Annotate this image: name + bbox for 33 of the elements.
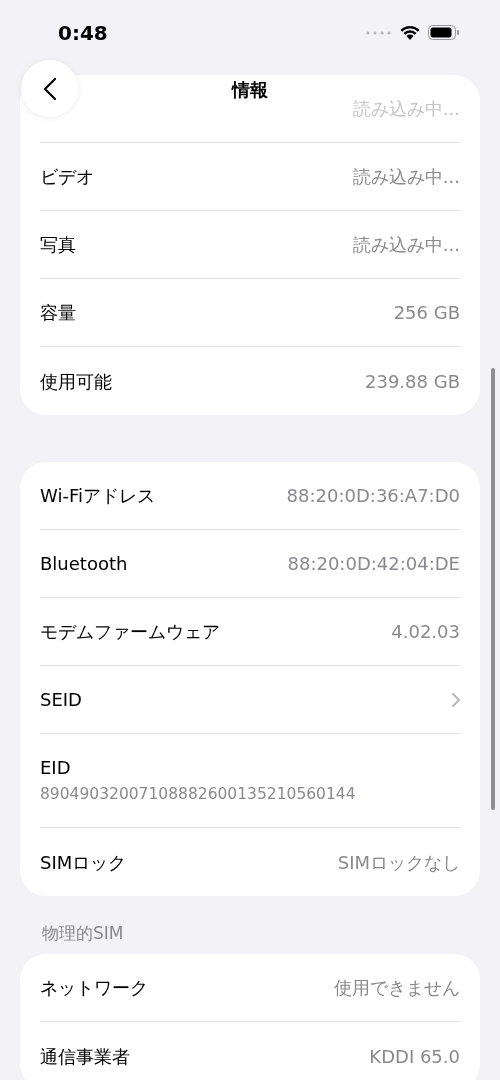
row-label: 使用可能 — [40, 369, 112, 394]
row-value: 239.88 GB — [365, 369, 460, 394]
row-label: 通信事業者 — [40, 1044, 130, 1069]
row-value: SIMロックなし — [337, 850, 460, 875]
page-title: 情報 — [232, 79, 268, 100]
chevron-icon — [452, 692, 460, 707]
row-label: SIMロック — [40, 850, 127, 875]
row-value: KDDI 65.0 — [369, 1044, 460, 1069]
battery-icon — [428, 25, 460, 40]
row-label: SEID — [40, 688, 82, 712]
row-value: 88:20:0D:42:04:DE — [287, 552, 460, 576]
row-value: 89049032007108882600135210560144 — [40, 784, 356, 806]
wifi-icon — [400, 25, 420, 40]
row-label: EID — [40, 756, 71, 781]
row-value: 使用できません — [334, 976, 460, 1000]
row-value: 読み込み中... — [352, 233, 460, 257]
row-value: 読み込み中... — [352, 165, 460, 189]
row-value: 256 GB — [393, 301, 460, 325]
row-label: ビデオ — [40, 165, 94, 189]
row-value: 88:20:0D:36:A7:D0 — [286, 484, 460, 508]
row-value: 読み込み中... — [352, 97, 460, 121]
row-label: 写真 — [40, 233, 76, 257]
status-time: 0:48 — [58, 19, 108, 47]
row-label: Wi-Fiアドレス — [40, 484, 155, 508]
row-value: 4.02.03 — [391, 620, 460, 644]
row-label: ネットワーク — [40, 976, 148, 1000]
signal-icon — [366, 30, 392, 35]
back-icon — [42, 76, 57, 101]
settings-row[interactable]: SEID — [40, 666, 460, 734]
section-header: 物理的SIM — [42, 922, 125, 944]
row-label: モデムファームウェア — [40, 620, 220, 644]
row-label: Bluetooth — [40, 552, 128, 576]
row-label: 容量 — [40, 301, 76, 325]
